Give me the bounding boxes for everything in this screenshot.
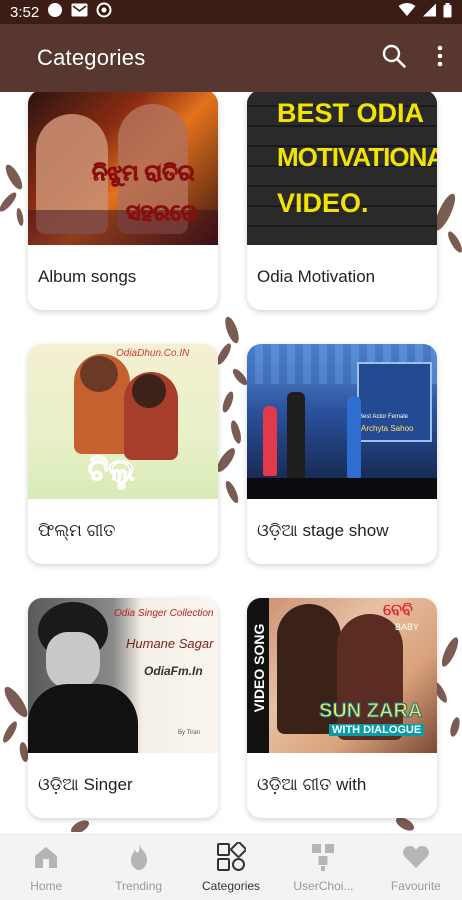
album-songs-thumbnail: ନିଝୁମ ରାତିର ସହରରେ xyxy=(28,92,218,245)
category-card-odia-motivation[interactable]: BEST ODIA MOTIVATIONAL VIDEO. Odia Motiv… xyxy=(247,92,437,310)
nav-label-favourite: Favourite xyxy=(390,879,441,893)
songs-with-dialogue-thumb-odia: ବେବି xyxy=(383,602,413,619)
nav-item-trending[interactable]: Trending xyxy=(92,835,184,900)
songs-with-dialogue-thumb-subtitle: WITH DIALOGUE xyxy=(329,724,425,736)
category-card-stage-show[interactable]: Best Actor Female Archyta Sahoo ଓଡ଼ିଆ st… xyxy=(247,344,437,564)
flame-icon xyxy=(124,842,154,872)
category-card-singer[interactable]: Odia Singer Collection Humane Sagar Odia… xyxy=(28,598,218,818)
wifi-icon xyxy=(398,3,416,21)
category-card-album-songs[interactable]: ନିଝୁମ ରାତିର ସହରରେ Album songs xyxy=(28,92,218,310)
sync-icon xyxy=(96,2,112,22)
category-card-film-songs[interactable]: OdiaDhun.Co.IN ଟିଲୁ ଫିଲ୍ମ ଗୀତ xyxy=(28,344,218,564)
category-label: Album songs xyxy=(38,267,137,286)
film-songs-thumb-watermark: OdiaDhun.Co.IN xyxy=(116,348,190,359)
category-label: ଫିଲ୍ମ ଗୀତ xyxy=(38,521,116,540)
singer-thumb-line-4: By Tiran xyxy=(178,730,201,736)
search-icon xyxy=(381,43,407,74)
nav-item-favourite[interactable]: Favourite xyxy=(370,835,462,900)
nav-label-trending: Trending xyxy=(115,879,163,893)
stage-show-thumbnail: Best Actor Female Archyta Sahoo xyxy=(247,344,437,499)
nav-label-categories: Categories xyxy=(202,879,261,893)
nav-item-home[interactable]: Home xyxy=(0,835,92,900)
category-label: ଓଡ଼ିଆ stage show xyxy=(257,521,389,540)
album-songs-thumb-title-2: ସହରରେ xyxy=(126,200,199,226)
songs-with-dialogue-thumbnail: VIDEO SONG ବେବି BABY SUN ZARA WITH DIALO… xyxy=(247,598,437,753)
bottom-navigation: Home Trending Categories UserChoi... Fav… xyxy=(0,834,462,900)
songs-with-dialogue-thumb-vertical: VIDEO SONG xyxy=(251,623,267,713)
odia-motivation-thumb-line-3: VIDEO. xyxy=(277,188,369,218)
status-time: 3:52 xyxy=(10,3,40,21)
film-songs-thumb-title: ଟିଲୁ xyxy=(88,454,136,488)
singer-thumb-line-2: Humane Sagar xyxy=(126,636,214,651)
film-songs-thumbnail: OdiaDhun.Co.IN ଟିଲୁ xyxy=(28,344,218,499)
category-label: ଓଡ଼ିଆ ଗୀତ with xyxy=(257,775,367,794)
singer-thumb-line-3: OdiaFm.In xyxy=(144,664,203,678)
signal-icon xyxy=(422,3,437,21)
more-options-button[interactable] xyxy=(418,34,462,82)
songs-with-dialogue-thumb-title: SUN ZARA xyxy=(318,700,423,723)
category-label: Odia Motivation xyxy=(257,267,376,286)
nav-label-user-choice: UserChoi... xyxy=(293,879,354,893)
category-card-songs-with-dialogue[interactable]: VIDEO SONG ବେବି BABY SUN ZARA WITH DIALO… xyxy=(247,598,437,818)
gmail-icon xyxy=(71,3,88,21)
battery-icon xyxy=(443,2,452,22)
nav-item-user-choice[interactable]: UserChoi... xyxy=(277,835,369,900)
songs-with-dialogue-thumb-baby: BABY xyxy=(395,622,420,632)
categories-icon xyxy=(216,842,247,872)
category-label: ଓଡ଼ିଆ Singer xyxy=(38,775,133,794)
search-button[interactable] xyxy=(370,34,418,82)
stage-show-thumb-caption-1: Best Actor Female xyxy=(359,414,409,420)
status-bar: 3:52 xyxy=(0,0,462,24)
record-icon xyxy=(47,2,63,22)
odia-motivation-thumbnail: BEST ODIA MOTIVATIONAL VIDEO. xyxy=(247,92,437,245)
categories-list[interactable]: ନିଝୁମ ରାତିର ସହରରେ Album songs BEST ODIA … xyxy=(0,92,462,832)
singer-thumbnail: Odia Singer Collection Humane Sagar Odia… xyxy=(28,598,218,753)
nav-label-home: Home xyxy=(30,879,63,893)
home-icon xyxy=(31,842,61,872)
nav-item-categories[interactable]: Categories xyxy=(185,835,277,900)
user-choice-icon xyxy=(308,842,338,872)
app-bar: Categories xyxy=(0,24,462,92)
odia-motivation-thumb-line-1: BEST ODIA xyxy=(277,98,425,128)
stage-show-thumb-caption-2: Archyta Sahoo xyxy=(361,424,414,433)
more-vertical-icon xyxy=(437,45,443,72)
page-title: Categories xyxy=(37,45,146,70)
heart-icon xyxy=(401,842,431,872)
singer-thumb-line-1: Odia Singer Collection xyxy=(114,608,214,619)
album-songs-thumb-title-1: ନିଝୁମ ରାତିର xyxy=(92,160,196,186)
odia-motivation-thumb-line-2: MOTIVATIONAL xyxy=(277,142,437,172)
